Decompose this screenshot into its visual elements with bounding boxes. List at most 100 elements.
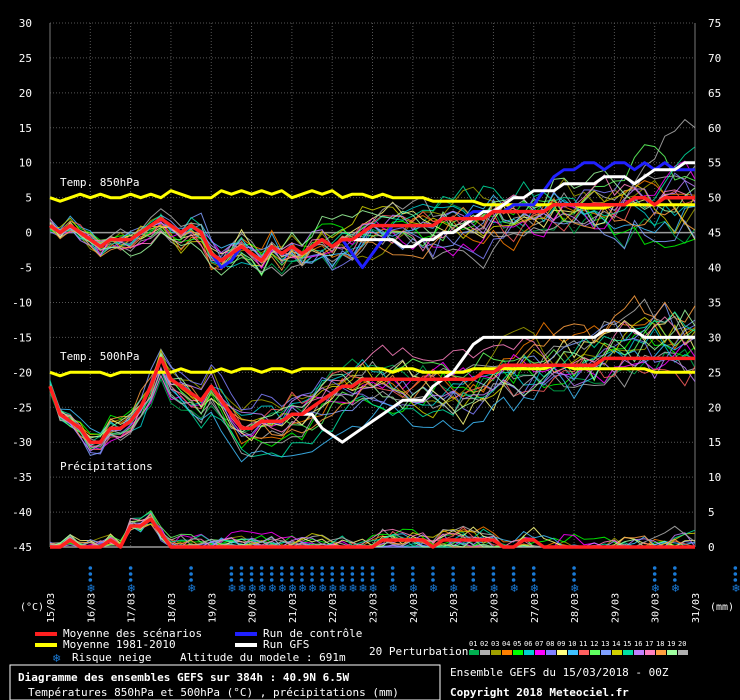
snowflake-icon: ❄ — [389, 582, 398, 595]
right-tick-label: 35 — [708, 296, 721, 309]
perturbation-number: 15 — [623, 640, 631, 648]
perturbation-number: 20 — [678, 640, 686, 648]
perturbation-number: 11 — [579, 640, 587, 648]
right-tick-label: 55 — [708, 157, 721, 170]
x-tick-label: 29/03 — [610, 593, 621, 623]
right-tick-label: 70 — [708, 52, 721, 65]
snow-risk-dot — [249, 566, 254, 570]
x-tick-label: 19/03 — [207, 593, 218, 623]
right-tick-label: 5 — [708, 506, 715, 519]
label-precip: Précipitations — [60, 460, 153, 473]
snowflake-icon: ❄ — [510, 582, 519, 595]
perturbation-number: 19 — [667, 640, 675, 648]
right-tick-label: 40 — [708, 262, 721, 275]
right-tick-label: 60 — [708, 122, 721, 135]
perturbation-number: 05 — [513, 640, 521, 648]
x-tick-label: 22/03 — [328, 593, 339, 623]
snow-risk-dot — [340, 572, 345, 576]
snow-risk-dot — [269, 572, 274, 576]
right-tick-label: 65 — [708, 87, 721, 100]
x-tick-label: 27/03 — [530, 593, 541, 623]
snowflake-icon: ❄ — [52, 652, 61, 665]
footer-ensemble: Ensemble GEFS du 15/03/2018 - 00Z — [450, 666, 669, 679]
snow-risk-dot — [350, 572, 355, 576]
snow-risk-dot — [360, 572, 365, 576]
snowflake-icon: ❄ — [671, 582, 680, 595]
perturbation-swatch — [469, 650, 479, 655]
right-tick-label: 30 — [708, 331, 721, 344]
perturbation-swatch — [568, 650, 578, 655]
perturbation-number: 13 — [601, 640, 609, 648]
snowflake-icon: ❄ — [429, 582, 438, 595]
snow-risk-dot — [330, 566, 334, 570]
snow-risk-dot — [300, 572, 304, 576]
snowflake-icon: ❄ — [278, 582, 287, 595]
perturbation-swatch — [535, 650, 545, 655]
snow-risk-dot — [572, 572, 576, 576]
snow-risk-dot — [431, 572, 435, 576]
perturbation-number: 06 — [524, 640, 532, 648]
x-tick-label: 23/03 — [369, 593, 380, 623]
x-tick-label: 26/03 — [489, 593, 500, 623]
left-tick-label: 0 — [25, 227, 32, 240]
snow-risk-dot — [451, 566, 455, 570]
snow-risk-dot — [128, 566, 133, 570]
x-tick-label: 24/03 — [409, 593, 420, 623]
gefs-ensemble-chart: 302520151050-5-10-15-20-25-30-35-40-4575… — [0, 0, 740, 700]
right-tick-label: 10 — [708, 471, 721, 484]
snow-risk-dot — [340, 566, 345, 570]
snow-risk-dot — [300, 566, 304, 570]
left-tick-label: 30 — [19, 17, 32, 30]
snowflake-icon: ❄ — [288, 582, 297, 595]
snowflake-icon: ❄ — [237, 582, 246, 595]
snowflake-icon: ❄ — [338, 582, 347, 595]
snow-risk-dot — [390, 566, 395, 570]
x-tick-label: 16/03 — [86, 593, 97, 623]
snow-risk-dot — [229, 572, 234, 576]
perturbation-number: 16 — [634, 640, 642, 648]
snowflake-icon: ❄ — [268, 582, 277, 595]
snow-risk-dot — [511, 572, 516, 576]
perturbation-swatch — [601, 650, 611, 655]
right-tick-label: 15 — [708, 436, 721, 449]
snow-risk-dot — [290, 572, 294, 576]
perturbation-number: 10 — [568, 640, 576, 648]
snow-risk-dot — [88, 566, 93, 570]
snow-risk-dot — [411, 572, 415, 576]
x-tick-label: 31/03 — [691, 593, 702, 623]
left-tick-label: 25 — [19, 52, 32, 65]
perturbation-swatch — [678, 650, 688, 655]
perturbation-number: 02 — [480, 640, 488, 648]
left-tick-label: -15 — [12, 331, 32, 344]
snow-risk-dot — [531, 566, 536, 570]
left-tick-label: -35 — [12, 471, 32, 484]
perturbation-swatch — [546, 650, 556, 655]
snow-risk-dot — [350, 566, 355, 570]
perturbation-number: 17 — [645, 640, 653, 648]
snow-risk-dot — [320, 572, 324, 576]
left-tick-label: 15 — [19, 122, 32, 135]
perturbation-number: 09 — [557, 640, 565, 648]
snow-risk-dot — [249, 572, 254, 576]
left-tick-label: -5 — [19, 262, 32, 275]
snow-risk-dot — [673, 566, 677, 570]
perturbation-swatch — [645, 650, 655, 655]
footer-subtitle: Températures 850hPa et 500hPa (°C) , pré… — [28, 686, 399, 699]
left-tick-label: -30 — [12, 436, 32, 449]
snow-risk-dot — [572, 566, 576, 570]
snowflake-icon: ❄ — [318, 582, 327, 595]
perturbation-number: 03 — [491, 640, 499, 648]
perturbation-swatch — [634, 650, 644, 655]
perturbation-number: 18 — [656, 640, 664, 648]
perturbation-swatch — [480, 650, 490, 655]
legend-label: Moyenne 1981-2010 — [63, 638, 176, 651]
snowflake-icon: ❄ — [227, 582, 236, 595]
snow-risk-dot — [652, 572, 657, 576]
snowflake-icon: ❄ — [469, 582, 478, 595]
legend-label: Run GFS — [263, 638, 309, 651]
left-tick-label: -10 — [12, 296, 32, 309]
perturbation-number: 14 — [612, 640, 620, 648]
snowflake-icon: ❄ — [570, 582, 579, 595]
snow-risk-dot — [259, 572, 264, 576]
perturbation-number: 01 — [469, 640, 477, 648]
